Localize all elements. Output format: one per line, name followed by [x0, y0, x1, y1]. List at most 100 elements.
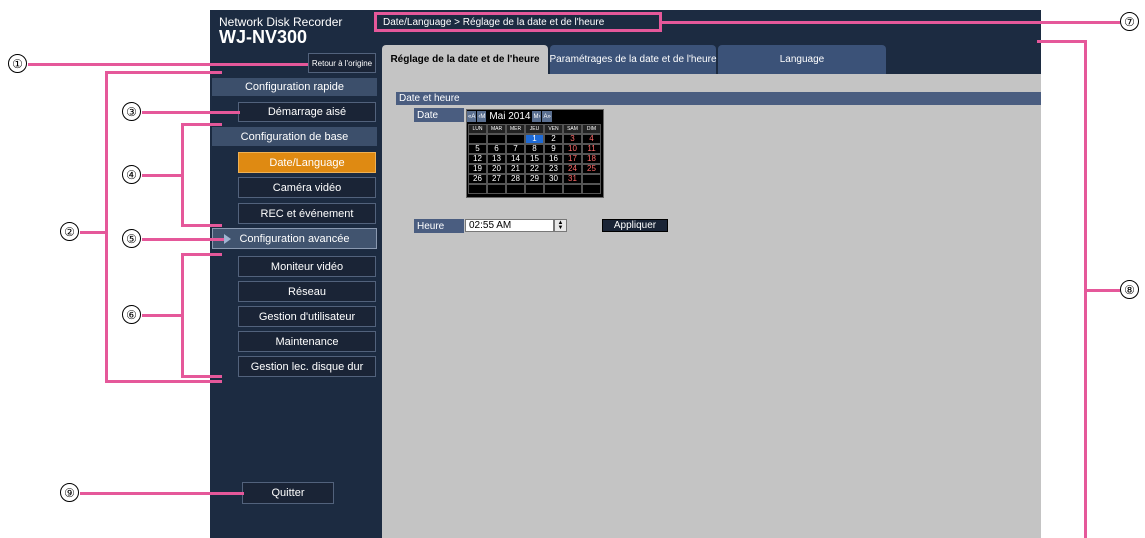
prev-month-button[interactable]: ‹M — [477, 111, 487, 122]
calendar-day[interactable]: 28 — [506, 174, 525, 184]
calendar-nav: «A ‹M Mai 2014 M› A» — [467, 110, 603, 123]
quit-button[interactable]: Quitter — [242, 482, 334, 504]
calendar-day[interactable]: 13 — [487, 154, 506, 164]
calendar-day — [487, 134, 506, 144]
calendar-day[interactable]: 27 — [487, 174, 506, 184]
callout-5: ⑤ — [122, 229, 141, 248]
calendar-day[interactable]: 9 — [544, 144, 563, 154]
calendar-day — [525, 184, 544, 194]
calendar-day[interactable]: 10 — [563, 144, 582, 154]
callout-2: ② — [60, 222, 79, 241]
callout-bracket-8-top — [1037, 40, 1087, 43]
calendar-day[interactable]: 20 — [487, 164, 506, 174]
calendar-day[interactable]: 5 — [468, 144, 487, 154]
callout-4: ④ — [122, 165, 141, 184]
sidebar-item-hdd[interactable]: Gestion lec. disque dur — [238, 356, 376, 377]
weekday-header: MER — [506, 124, 525, 134]
callout-line-5 — [142, 238, 224, 241]
calendar-day[interactable]: 4 — [582, 134, 601, 144]
calendar-day[interactable]: 14 — [506, 154, 525, 164]
calendar-day[interactable]: 1 — [525, 134, 544, 144]
callout-bracket-2 — [105, 71, 108, 382]
calendar-day — [582, 174, 601, 184]
calendar-day[interactable]: 26 — [468, 174, 487, 184]
calendar-day[interactable]: 25 — [582, 164, 601, 174]
calendar[interactable]: «A ‹M Mai 2014 M› A» LUN MAR MER JEU VEN SAM D… — [466, 109, 604, 198]
callout-6: ⑥ — [122, 305, 141, 324]
calendar-day — [563, 184, 582, 194]
callout-line-8 — [1087, 289, 1120, 292]
calendar-day[interactable]: 19 — [468, 164, 487, 174]
tab-language[interactable]: Language — [718, 45, 886, 74]
calendar-day[interactable]: 17 — [563, 154, 582, 164]
callout-9: ⑨ — [60, 483, 79, 502]
callout-1: ① — [8, 54, 27, 73]
callout-line-1 — [28, 63, 308, 66]
expand-arrow-icon — [224, 234, 231, 244]
sidebar-item-network[interactable]: Réseau — [238, 281, 376, 302]
callout-line-7 — [662, 21, 1120, 24]
calendar-day[interactable]: 18 — [582, 154, 601, 164]
section-title: Date et heure — [396, 92, 1041, 105]
calendar-day[interactable]: 31 — [563, 174, 582, 184]
calendar-day[interactable]: 24 — [563, 164, 582, 174]
tab-date-time-parameters[interactable]: Paramétrages de la date et de l'heure — [549, 45, 717, 74]
callout-bracket-4-top — [181, 123, 222, 126]
sidebar-item-date-language[interactable]: Date/Language — [238, 152, 376, 173]
apply-button[interactable]: Appliquer — [602, 219, 668, 232]
time-label: Heure — [414, 219, 464, 233]
callout-bracket-6-bottom — [181, 375, 222, 378]
spinner-down-icon[interactable]: ▼ — [558, 225, 564, 231]
callout-line-9 — [80, 492, 244, 495]
callout-bracket-6 — [181, 253, 184, 378]
date-label: Date — [414, 108, 464, 122]
calendar-day[interactable]: 15 — [525, 154, 544, 164]
callout-bracket-4-bottom — [181, 224, 222, 227]
calendar-month-label: Mai 2014 — [489, 111, 531, 122]
weekday-header: MAR — [487, 124, 506, 134]
calendar-day[interactable]: 30 — [544, 174, 563, 184]
sidebar-item-rec-event[interactable]: REC et événement — [238, 203, 376, 224]
calendar-day — [468, 184, 487, 194]
model-name: WJ-NV300 — [219, 27, 308, 47]
calendar-day — [487, 184, 506, 194]
weekday-header: SAM — [563, 124, 582, 134]
callout-line-2 — [80, 231, 105, 234]
next-month-button[interactable]: M› — [532, 111, 542, 122]
calendar-day — [468, 134, 487, 144]
calendar-day[interactable]: 2 — [544, 134, 563, 144]
sidebar-item-camera[interactable]: Caméra vidéo — [238, 177, 376, 198]
callout-bracket-2-bottom — [105, 380, 222, 383]
callout-8: ⑧ — [1120, 280, 1139, 299]
calendar-day[interactable]: 21 — [506, 164, 525, 174]
prev-year-button[interactable]: «A — [467, 111, 477, 122]
home-button[interactable]: Retour à l'origine — [308, 53, 376, 73]
basic-setup-header: Configuration de base — [212, 127, 377, 146]
calendar-day[interactable]: 29 — [525, 174, 544, 184]
calendar-day[interactable]: 3 — [563, 134, 582, 144]
sidebar-item-user-management[interactable]: Gestion d'utilisateur — [238, 306, 376, 327]
calendar-day[interactable]: 8 — [525, 144, 544, 154]
sidebar-item-maintenance[interactable]: Maintenance — [238, 331, 376, 352]
calendar-day[interactable]: 7 — [506, 144, 525, 154]
easy-start-button[interactable]: Démarrage aisé — [238, 102, 376, 122]
calendar-day[interactable]: 23 — [544, 164, 563, 174]
calendar-day[interactable]: 16 — [544, 154, 563, 164]
weekday-header: VEN — [544, 124, 563, 134]
calendar-day[interactable]: 6 — [487, 144, 506, 154]
callout-bracket-2-top — [105, 71, 222, 74]
calendar-day[interactable]: 12 — [468, 154, 487, 164]
callout-bracket-6-top — [181, 253, 222, 256]
advanced-setup-button[interactable]: Configuration avancée — [212, 228, 377, 249]
calendar-day — [506, 134, 525, 144]
calendar-day[interactable]: 22 — [525, 164, 544, 174]
calendar-day[interactable]: 11 — [582, 144, 601, 154]
sidebar-item-monitor[interactable]: Moniteur vidéo — [238, 256, 376, 277]
calendar-grid: LUN MAR MER JEU VEN SAM DIM 1 2 3 4 5 6 7 8 9 10 11 12 13 14… — [468, 124, 601, 194]
callout-line-3 — [142, 111, 240, 114]
weekday-header: LUN — [468, 124, 487, 134]
time-spinner[interactable]: ▲ ▼ — [554, 219, 567, 232]
next-year-button[interactable]: A» — [542, 111, 552, 122]
tab-date-time-setting[interactable]: Réglage de la date et de l'heure — [382, 45, 548, 74]
time-input[interactable]: 02:55 AM — [465, 219, 554, 232]
